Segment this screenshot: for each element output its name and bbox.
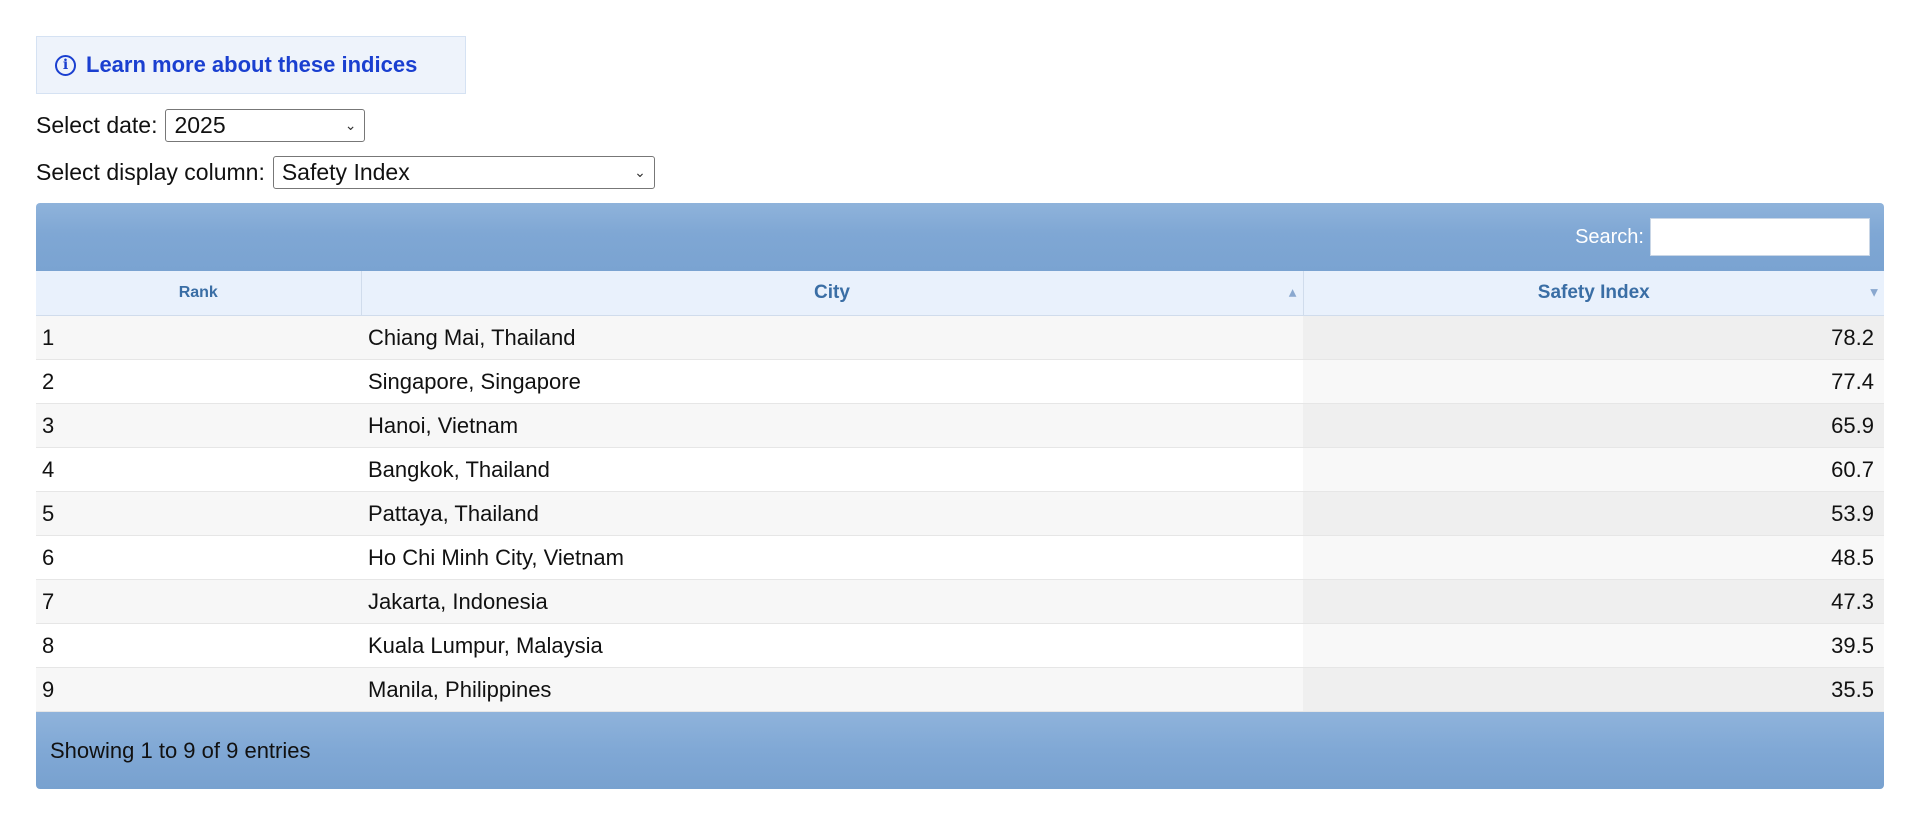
rank-cell: 4 xyxy=(36,447,361,492)
column-header-safety-index[interactable]: Safety Index ▼ xyxy=(1303,271,1884,316)
entries-info: Showing 1 to 9 of 9 entries xyxy=(50,737,311,763)
city-cell: Singapore, Singapore xyxy=(361,359,1303,404)
rank-cell: 8 xyxy=(36,623,361,668)
rank-cell: 2 xyxy=(36,359,361,404)
city-cell: Chiang Mai, Thailand xyxy=(361,315,1303,360)
chevron-down-icon: ⌄ xyxy=(634,164,646,181)
rank-cell: 7 xyxy=(36,579,361,624)
safety-index-cell: 60.7 xyxy=(1303,447,1884,492)
rank-cell: 9 xyxy=(36,667,361,712)
column-header-safety-label: Safety Index xyxy=(1537,282,1650,303)
city-cell: Jakarta, Indonesia xyxy=(361,579,1303,624)
chevron-down-icon: ⌄ xyxy=(344,117,357,134)
city-cell: Pattaya, Thailand xyxy=(361,491,1303,536)
table-row[interactable]: 3 Hanoi, Vietnam 65.9 xyxy=(36,403,1884,448)
select-date-label: Select date: xyxy=(36,112,158,138)
rank-cell: 1 xyxy=(36,315,361,360)
data-table: Search: Rank City ▲ Safety Index ▼ 1 Chi… xyxy=(36,203,1884,789)
table-row[interactable]: 2 Singapore, Singapore 77.4 xyxy=(36,359,1884,404)
column-filter-row: Select display column: Safety Index ⌄ xyxy=(36,156,655,189)
search-label: Search: xyxy=(1575,225,1644,248)
column-select[interactable]: Safety Index ⌄ xyxy=(272,156,655,189)
info-icon: i xyxy=(55,54,76,76)
sort-desc-icon: ▼ xyxy=(1870,287,1878,299)
table-toolbar: Search: xyxy=(36,203,1884,271)
safety-index-cell: 77.4 xyxy=(1303,359,1884,404)
table-row[interactable]: 9 Manila, Philippines 35.5 xyxy=(36,667,1884,712)
sort-asc-icon: ▲ xyxy=(1288,287,1297,299)
table-footer: Showing 1 to 9 of 9 entries xyxy=(36,712,1884,789)
rank-cell: 5 xyxy=(36,491,361,536)
rank-cell: 3 xyxy=(36,403,361,448)
table-row[interactable]: 8 Kuala Lumpur, Malaysia 39.5 xyxy=(36,623,1884,668)
safety-index-cell: 65.9 xyxy=(1303,403,1884,448)
results-table: Rank City ▲ Safety Index ▼ 1 Chiang Mai,… xyxy=(36,271,1884,712)
city-cell: Manila, Philippines xyxy=(361,667,1303,712)
safety-index-cell: 53.9 xyxy=(1303,491,1884,536)
search-input[interactable] xyxy=(1650,218,1870,256)
page: i Learn more about these indices Select … xyxy=(0,0,1920,822)
date-filter-row: Select date: 2025 ⌄ xyxy=(36,109,366,142)
safety-index-cell: 78.2 xyxy=(1303,315,1884,360)
table-row[interactable]: 4 Bangkok, Thailand 60.7 xyxy=(36,447,1884,492)
column-header-rank[interactable]: Rank xyxy=(36,271,362,316)
table-row[interactable]: 1 Chiang Mai, Thailand 78.2 xyxy=(36,315,1884,360)
city-cell: Ho Chi Minh City, Vietnam xyxy=(361,535,1303,580)
safety-index-cell: 35.5 xyxy=(1303,667,1884,712)
date-select[interactable]: 2025 ⌄ xyxy=(165,109,366,142)
table-row[interactable]: 5 Pattaya, Thailand 53.9 xyxy=(36,491,1884,536)
table-header-row: Rank City ▲ Safety Index ▼ xyxy=(36,271,1884,316)
table-row[interactable]: 7 Jakarta, Indonesia 47.3 xyxy=(36,579,1884,624)
date-select-value: 2025 xyxy=(174,112,226,138)
learn-more-link[interactable]: Learn more about these indices xyxy=(86,52,417,78)
safety-index-cell: 48.5 xyxy=(1303,535,1884,580)
table-row[interactable]: 6 Ho Chi Minh City, Vietnam 48.5 xyxy=(36,535,1884,580)
select-column-label: Select display column: xyxy=(36,159,265,185)
column-select-value: Safety Index xyxy=(281,159,410,185)
learn-more-box[interactable]: i Learn more about these indices xyxy=(36,36,466,94)
safety-index-cell: 39.5 xyxy=(1303,623,1884,668)
column-header-city[interactable]: City ▲ xyxy=(361,271,1304,316)
safety-index-cell: 47.3 xyxy=(1303,579,1884,624)
city-cell: Hanoi, Vietnam xyxy=(361,403,1303,448)
column-header-city-label: City xyxy=(814,282,850,303)
city-cell: Kuala Lumpur, Malaysia xyxy=(361,623,1303,668)
city-cell: Bangkok, Thailand xyxy=(361,447,1303,492)
rank-cell: 6 xyxy=(36,535,361,580)
